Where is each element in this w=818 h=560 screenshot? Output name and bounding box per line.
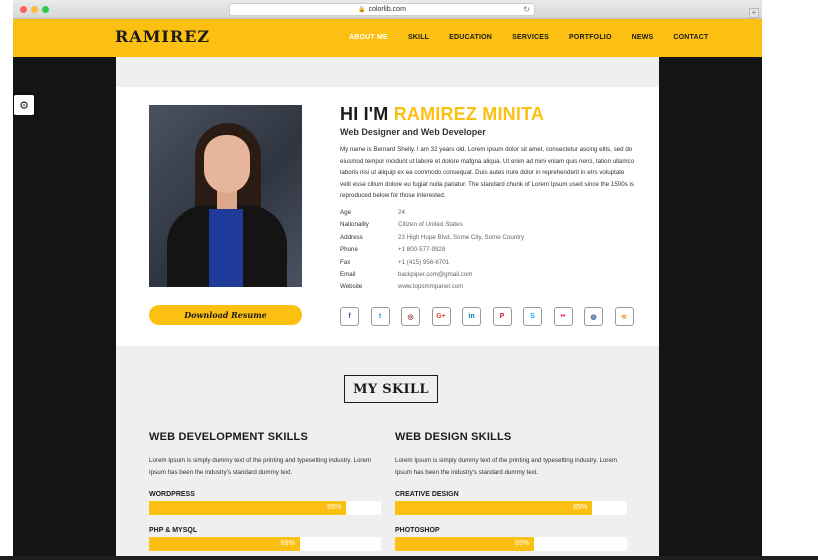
info-row: Fax +1 (415) 956-6701 (340, 259, 524, 271)
nav-contact[interactable]: CONTACT (673, 34, 708, 41)
bottom-edge (0, 556, 818, 560)
info-label: Fax (340, 258, 351, 266)
skill-bar-fill: 85% (149, 501, 347, 515)
skill-bar: 65% (149, 537, 381, 551)
skill-bar: 65% (395, 537, 627, 551)
dribbble-icon[interactable]: ◍ (584, 307, 603, 326)
skill-column-title: WEB DESIGN SKILLS (395, 431, 512, 443)
profile-name: RAMIREZ MINITA (393, 104, 545, 124)
facebook-icon[interactable]: f (340, 307, 359, 326)
info-value: +1 (415) 956-6701 (398, 258, 450, 266)
info-label: Email (340, 270, 356, 278)
download-resume-button[interactable]: Download Resume (149, 305, 302, 325)
settings-gear-icon[interactable]: ⚙ (14, 95, 34, 115)
nav-portfolio[interactable]: PORTFOLIO (569, 34, 612, 41)
nav-skill[interactable]: SKILL (408, 34, 429, 41)
main-nav: ABOUT ME SKILL EDUCATION SERVICES PORTFO… (349, 34, 729, 41)
skill-column-text: Lorem Ipsum is simply dummy text of the … (149, 457, 372, 476)
linkedin-icon[interactable]: in (462, 307, 481, 326)
address-bar[interactable]: 🔒 colorlib.com ↻ (229, 3, 535, 16)
close-window-button[interactable] (20, 6, 27, 13)
skype-icon[interactable]: S (523, 307, 542, 326)
google-plus-icon[interactable]: G+ (431, 307, 451, 326)
social-links: f t ◎ G+ in P S •• ◍ ≋ (340, 307, 645, 326)
skill-bar-fill: 65% (149, 537, 300, 551)
skill-name: PHP & MYSQL (149, 527, 198, 534)
twitter-icon[interactable]: t (370, 307, 390, 326)
new-tab-button[interactable]: + (749, 8, 759, 18)
info-value[interactable]: www.topsmmpanel.com (398, 283, 463, 295)
info-value: 23 High Hope Blvd, Some City, Some Count… (398, 233, 525, 241)
info-row: Email backpiper.com@gmail.com (340, 271, 524, 283)
maximize-window-button[interactable] (42, 6, 49, 13)
minimize-window-button[interactable] (31, 6, 38, 13)
info-row: Phone +1 800-577-9928 (340, 246, 524, 258)
site-logo[interactable]: RAMIREZ (115, 27, 210, 46)
info-row: Age 24 (340, 209, 524, 221)
web-design-skills: WEB DESIGN SKILLS Lorem Ipsum is simply … (395, 431, 627, 551)
info-value: +1 800-577-9928 (398, 246, 446, 254)
skill-heading: MY SKILL (344, 375, 438, 403)
skill-bar: 85% (149, 501, 381, 515)
info-value: 24 (398, 209, 405, 216)
info-label: Address (340, 233, 363, 241)
profile-bio: My name is Bernard Shelly. I am 32 years… (340, 146, 635, 199)
nav-education[interactable]: EDUCATION (449, 34, 492, 41)
reload-icon[interactable]: ↻ (523, 5, 530, 14)
nav-about-me[interactable]: ABOUT ME (349, 34, 388, 41)
rss-icon[interactable]: ≋ (614, 307, 634, 326)
page-content: Download Resume HI I'M RAMIREZ MINITA We… (116, 57, 659, 560)
info-row: Nationality Citizen of United States (340, 221, 524, 233)
info-label: Age (340, 209, 352, 216)
address-text: colorlib.com (368, 6, 406, 13)
info-label: Website (340, 283, 363, 291)
nav-services[interactable]: SERVICES (512, 34, 549, 41)
profile-role: Web Designer and Web Developer (340, 127, 486, 137)
info-label: Nationality (340, 221, 369, 229)
site-header: RAMIREZ ABOUT ME SKILL EDUCATION SERVICE… (13, 19, 762, 57)
info-value: Citizen of United States (398, 221, 463, 229)
profile-photo (149, 105, 302, 287)
pinterest-icon[interactable]: P (492, 307, 512, 326)
skill-column-text: Lorem Ipsum is simply dummy text of the … (395, 457, 618, 476)
skill-name: PHOTOSHOP (395, 527, 440, 534)
info-row: Address 23 High Hope Blvd, Some City, Som… (340, 234, 524, 246)
skill-bar-fill: 65% (395, 537, 535, 551)
skill-bar: 85% (395, 501, 627, 515)
flickr-icon[interactable]: •• (553, 307, 573, 326)
instagram-icon[interactable]: ◎ (401, 307, 420, 326)
skill-column-title: WEB DEVELOPMENT SKILLS (149, 431, 309, 443)
web-development-skills: WEB DEVELOPMENT SKILLS Lorem Ipsum is si… (149, 431, 381, 551)
profile-info-list: Age 24 Nationality Citizen of United State… (340, 209, 524, 296)
about-section: Download Resume HI I'M RAMIREZ MINITA We… (116, 87, 659, 346)
skill-bar-fill: 85% (395, 501, 593, 515)
browser-toolbar: 🔒 colorlib.com ↻ (13, 0, 762, 19)
greeting: HI I'M (340, 104, 389, 124)
lock-icon: 🔒 (358, 7, 366, 13)
skill-name: CREATIVE DESIGN (395, 491, 459, 498)
info-value[interactable]: backpiper.com@gmail.com (398, 271, 472, 283)
skill-name: WORDPRESS (149, 491, 195, 498)
page-title: HI I'M RAMIREZ MINITA (340, 104, 544, 125)
info-label: Phone (340, 246, 358, 254)
info-row: Website www.topsmmpanel.com (340, 283, 524, 295)
browser-window: 🔒 colorlib.com ↻ RAMIREZ ABOUT ME SKILL … (13, 0, 762, 560)
nav-news[interactable]: NEWS (632, 34, 654, 41)
